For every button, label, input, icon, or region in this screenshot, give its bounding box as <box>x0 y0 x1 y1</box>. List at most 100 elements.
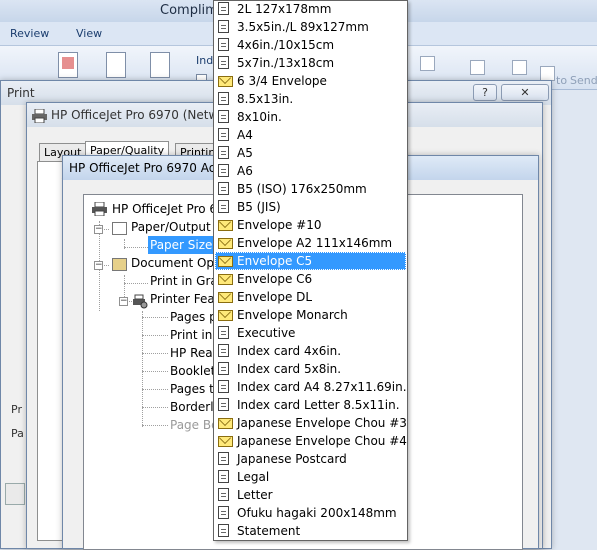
feature-booklet[interactable]: Booklet: <box>170 362 219 380</box>
printer-features-icon <box>133 294 148 309</box>
paper-size-option[interactable]: Envelope Monarch <box>215 306 406 324</box>
paper-size-option[interactable]: Ofuku hagaki 200x148mm <box>215 504 406 522</box>
ribbon-shape-icon-3[interactable] <box>512 60 527 75</box>
ribbon-paint-icon[interactable] <box>106 52 126 78</box>
paper-size-option[interactable]: Index card 5x8in. <box>215 360 406 378</box>
ribbon-doc-icon[interactable] <box>58 52 78 78</box>
document-icon <box>218 326 229 339</box>
paper-size-option[interactable]: Japanese Envelope Chou #3 <box>215 414 407 432</box>
paper-size-option[interactable]: Envelope DL <box>215 288 406 306</box>
document-icon <box>218 362 229 375</box>
envelope-icon <box>218 274 233 285</box>
document-icon <box>218 200 229 213</box>
feature-hp-real-life[interactable]: HP Real <box>170 344 216 362</box>
document-icon <box>218 56 229 69</box>
paper-size-option-label: A4 <box>237 128 253 142</box>
paper-size-option[interactable]: Index card Letter 8.5x11in. <box>215 396 406 414</box>
paper-size-option-label: Envelope Monarch <box>237 308 348 322</box>
paper-size-dropdown-list[interactable]: 2L 127x178mm 3.5x5in./L 89x127mm 4x6in./10… <box>213 0 408 541</box>
document-icon <box>218 20 229 33</box>
tree-line <box>142 407 168 408</box>
document-options-icon <box>112 258 127 271</box>
paper-size-option[interactable]: 3.5x5in./L 89x127mm <box>215 18 406 36</box>
paper-size-option-label: Japanese Envelope Chou #4 <box>237 434 407 448</box>
tree-root[interactable]: HP OfficeJet Pro 69 <box>112 200 225 218</box>
tab-view[interactable]: View <box>76 27 102 40</box>
paper-size-option[interactable]: Index card A4 8.27x11.69in. <box>215 378 407 396</box>
paper-size-option-label: 2L 127x178mm <box>237 2 332 16</box>
paper-size-option[interactable]: Legal <box>215 468 406 486</box>
paper-size-option-label: Japanese Envelope Chou #3 <box>237 416 407 430</box>
ribbon-shape-icon-4[interactable] <box>540 66 555 81</box>
tree-line <box>142 317 168 318</box>
tree-line <box>142 353 168 354</box>
paper-size-option[interactable]: Letter <box>215 486 406 504</box>
paper-size-option[interactable]: A6 <box>215 162 406 180</box>
tab-review[interactable]: Review <box>10 27 49 40</box>
tree-paper-size-label[interactable]: Paper Size: <box>148 236 219 254</box>
document-icon <box>218 524 229 537</box>
help-button[interactable]: ? <box>473 84 497 101</box>
paper-size-option-label: Executive <box>237 326 296 340</box>
paper-size-option-label: Statement <box>237 524 301 538</box>
print-button-fragment[interactable] <box>5 483 25 505</box>
tree-line <box>142 425 168 426</box>
tree-line <box>124 247 148 248</box>
collapse-icon[interactable]: − <box>119 297 128 306</box>
paper-size-option-label: 3.5x5in./L 89x127mm <box>237 20 369 34</box>
paper-size-option[interactable]: Executive <box>215 324 406 342</box>
collapse-icon[interactable]: − <box>94 261 103 270</box>
ribbon-shape-icon-2[interactable] <box>470 60 485 75</box>
collapse-icon[interactable]: − <box>94 225 103 234</box>
print-dialog-title: Print <box>7 86 35 100</box>
paper-size-option[interactable]: Index card 4x6in. <box>215 342 406 360</box>
paper-size-option-label: Envelope #10 <box>237 218 322 232</box>
paper-size-option-label: Envelope A2 111x146mm <box>237 236 393 250</box>
close-button[interactable]: ✕ <box>501 84 549 101</box>
advanced-title: HP OfficeJet Pro 6970 Adv <box>69 161 224 175</box>
document-icon <box>218 146 229 159</box>
tree-paper-output[interactable]: Paper/Output <box>131 218 211 236</box>
paper-size-option[interactable]: A4 <box>215 126 406 144</box>
paper-size-option[interactable]: 6 3/4 Envelope <box>215 72 406 90</box>
paper-size-option[interactable]: Envelope C6 <box>215 270 406 288</box>
paper-size-option-label: Letter <box>237 488 273 502</box>
printer-icon <box>92 202 107 216</box>
paper-size-option[interactable]: 5x7in./13x18cm <box>215 54 406 72</box>
paper-size-option[interactable]: B5 (ISO) 176x250mm <box>215 180 406 198</box>
ribbon-shape-icon[interactable] <box>420 56 435 71</box>
paper-size-option-label: B5 (JIS) <box>237 200 281 214</box>
paper-size-option[interactable]: 8.5x13in. <box>215 90 406 108</box>
paper-size-option[interactable]: 2L 127x178mm <box>215 1 406 18</box>
tree-document-options[interactable]: Document Opti <box>131 254 222 272</box>
paper-size-option-label: Index card 4x6in. <box>237 344 342 358</box>
paper-size-option[interactable]: Japanese Postcard <box>215 450 406 468</box>
paper-size-option[interactable]: Envelope C5 <box>215 252 406 270</box>
paper-size-option[interactable]: Statement <box>215 522 406 540</box>
envelope-icon <box>218 220 233 231</box>
paper-size-option[interactable]: 8x10in. <box>215 108 406 126</box>
envelope-icon <box>218 292 233 303</box>
paper-size-option[interactable]: Envelope A2 111x146mm <box>215 234 406 252</box>
paper-size-option[interactable]: Envelope #10 <box>215 216 406 234</box>
envelope-icon <box>218 238 233 249</box>
paper-size-option[interactable]: Japanese Envelope Chou #4 <box>215 432 407 450</box>
document-icon <box>218 398 229 411</box>
word-title-text: Complim <box>160 3 218 18</box>
paper-size-option-label: Index card Letter 8.5x11in. <box>237 398 400 412</box>
paper-size-option[interactable]: B5 (JIS) <box>215 198 406 216</box>
envelope-icon <box>218 310 233 321</box>
ribbon-page-icon[interactable] <box>150 52 170 78</box>
document-icon <box>218 182 229 195</box>
paper-size-option-label: B5 (ISO) 176x250mm <box>237 182 367 196</box>
document-icon <box>218 506 229 519</box>
document-icon <box>218 488 229 501</box>
paper-size-option[interactable]: 4x6in./10x15cm <box>215 36 406 54</box>
document-icon <box>218 92 229 105</box>
paper-size-option[interactable]: A5 <box>215 144 406 162</box>
print-side-label-2: Pa <box>11 427 24 440</box>
envelope-icon <box>218 256 233 267</box>
paper-size-option-label: 5x7in./13x18cm <box>237 56 335 70</box>
print-side-label: Pr <box>11 403 22 416</box>
feature-page-borders: Page Bo <box>170 418 219 432</box>
